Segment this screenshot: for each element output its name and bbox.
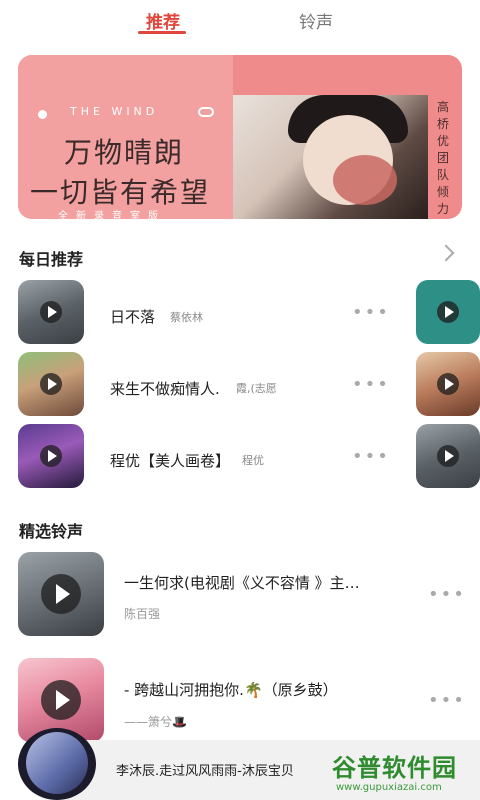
banner-photo bbox=[233, 95, 428, 219]
active-tab-indicator bbox=[138, 31, 186, 34]
watermark-url: www.gupuxiazai.com bbox=[336, 782, 442, 793]
more-options-icon[interactable]: ••• bbox=[352, 446, 390, 467]
more-options-icon[interactable]: ••• bbox=[352, 302, 390, 323]
daily-thumb-3[interactable] bbox=[18, 424, 84, 488]
banner-dot-icon bbox=[38, 110, 47, 119]
daily-section-title: 每日推荐 bbox=[19, 250, 84, 269]
more-options-icon[interactable]: ••• bbox=[352, 374, 390, 395]
play-icon[interactable] bbox=[437, 445, 459, 467]
banner-headline-2: 一切皆有希望 bbox=[30, 176, 211, 209]
daily-side-thumb-2[interactable] bbox=[416, 352, 480, 416]
banner-headline-1: 万物晴朗 bbox=[64, 136, 185, 169]
tab-recommend[interactable]: 推荐 bbox=[146, 8, 180, 33]
watermark-logo: 谷普软件园 www.gupuxiazai.com bbox=[332, 748, 480, 800]
chevron-right-icon[interactable] bbox=[437, 244, 455, 262]
banner-tag: THE WIND bbox=[70, 105, 159, 118]
play-icon[interactable] bbox=[437, 301, 459, 323]
play-icon[interactable] bbox=[40, 445, 62, 467]
daily-thumb-1[interactable] bbox=[18, 280, 84, 344]
daily-song-title[interactable]: 程优【美人画卷】 bbox=[110, 450, 230, 471]
play-icon[interactable] bbox=[41, 574, 81, 614]
play-icon[interactable] bbox=[41, 680, 81, 720]
tab-ringtone[interactable]: 铃声 bbox=[299, 8, 333, 33]
daily-song-artist: 蔡依林 bbox=[170, 311, 203, 324]
play-icon[interactable] bbox=[40, 301, 62, 323]
daily-side-thumb-3[interactable] bbox=[416, 424, 480, 488]
banner-subtitle: 全新录音室版 bbox=[58, 211, 166, 219]
now-playing-disc[interactable] bbox=[18, 728, 96, 800]
play-icon[interactable] bbox=[437, 373, 459, 395]
watermark-name: 谷普软件园 bbox=[332, 754, 457, 782]
ringtone-title[interactable]: - 跨越山河拥抱你.🌴（原乡鼓） bbox=[124, 679, 338, 700]
ringtone-artist: ——箫兮🎩 bbox=[124, 715, 187, 729]
daily-song-artist: 霞,(志愿 bbox=[236, 382, 277, 395]
daily-song-title[interactable]: 来生不做痴情人. bbox=[110, 378, 220, 399]
promo-banner[interactable]: THE WIND 万物晴朗 一切皆有希望 全新录音室版 高桥优团队倾力打造 bbox=[18, 55, 462, 219]
daily-side-thumb-1[interactable] bbox=[416, 280, 480, 344]
ringtone-thumb-1[interactable] bbox=[18, 552, 104, 636]
top-tabs: 推荐 铃声 bbox=[0, 0, 480, 42]
daily-thumb-2[interactable] bbox=[18, 352, 84, 416]
ringtone-title[interactable]: 一生何求(电视剧《义不容情 》主… bbox=[124, 572, 360, 593]
banner-toggle-icon bbox=[198, 107, 214, 117]
ringtone-artist: 陈百强 bbox=[124, 607, 161, 621]
more-options-icon[interactable]: ••• bbox=[428, 584, 466, 605]
banner-side-text: 高桥优团队倾力打造 bbox=[437, 100, 450, 216]
now-playing-title[interactable]: 李沐辰.走过风风雨雨-沐辰宝贝 bbox=[116, 760, 294, 779]
play-icon[interactable] bbox=[40, 373, 62, 395]
ringtone-section-title: 精选铃声 bbox=[19, 522, 84, 541]
daily-song-title[interactable]: 日不落 bbox=[110, 306, 155, 327]
more-options-icon[interactable]: ••• bbox=[428, 690, 466, 711]
daily-song-artist: 程优 bbox=[242, 454, 264, 467]
